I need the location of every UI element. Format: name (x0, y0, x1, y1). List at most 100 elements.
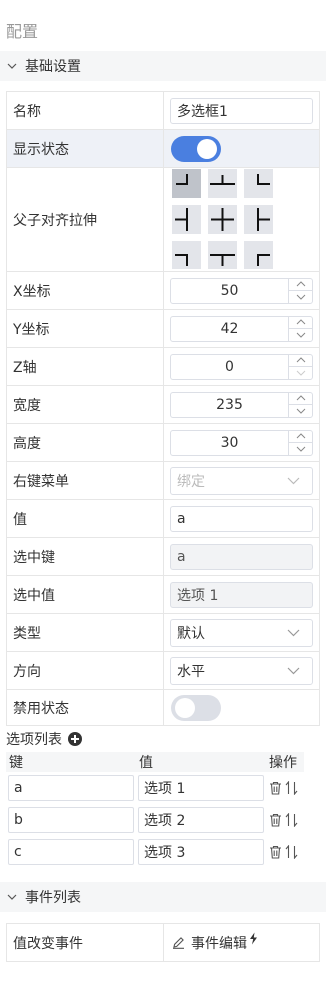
increment-icon[interactable] (289, 317, 312, 329)
decrement-icon[interactable] (289, 404, 312, 417)
events-table: 值改变事件 事件编辑 (6, 923, 320, 962)
prop-label: 选中键 (6, 537, 164, 576)
options-header-key: 键 (6, 752, 136, 772)
prop-label: Y坐标 (6, 309, 164, 348)
option-key-input[interactable]: b (8, 807, 134, 833)
prop-row-width: 宽度 235 (6, 385, 320, 424)
chevron-down-icon (287, 629, 300, 636)
trash-icon[interactable] (269, 813, 282, 827)
width-stepper[interactable]: 235 (170, 391, 313, 418)
decrement-icon[interactable] (289, 366, 312, 379)
option-value-input[interactable]: 选项 2 (138, 807, 264, 833)
prop-label: Z轴 (6, 347, 164, 386)
edit-event-button[interactable]: 事件编辑 (164, 932, 319, 953)
table-row: a 选项 1 (6, 772, 304, 804)
prop-row-selected-value: 选中值 选项 1 (6, 575, 320, 614)
align-middle-left[interactable] (172, 204, 201, 234)
pencil-icon (173, 937, 184, 949)
increment-icon[interactable] (289, 279, 312, 291)
prop-row-context-menu: 右键菜单 绑定 (6, 461, 320, 500)
add-option-icon[interactable] (68, 732, 82, 746)
prop-row-selected-key: 选中键 a (6, 537, 320, 576)
prop-label: 类型 (6, 613, 164, 652)
decrement-icon[interactable] (289, 290, 312, 303)
z-value[interactable]: 0 (171, 355, 288, 379)
event-row: 值改变事件 事件编辑 (6, 923, 320, 962)
option-value-input[interactable]: 选项 3 (138, 839, 264, 865)
increment-icon[interactable] (289, 355, 312, 367)
prop-label: 方向 (6, 651, 164, 690)
trash-icon[interactable] (269, 781, 282, 795)
sort-icon[interactable] (285, 781, 298, 795)
selected-key-input: a (170, 543, 313, 570)
prop-row-visible: 显示状态 (6, 129, 320, 168)
align-top-center[interactable] (208, 168, 237, 198)
prop-label: 选中值 (6, 575, 164, 614)
context-menu-placeholder: 绑定 (177, 473, 205, 490)
trash-icon[interactable] (269, 845, 282, 859)
increment-icon[interactable] (289, 393, 312, 405)
sort-icon[interactable] (285, 813, 298, 827)
increment-icon[interactable] (289, 431, 312, 443)
prop-row-type: 类型 默认 (6, 613, 320, 652)
panel-title: 配置 (6, 22, 39, 41)
visible-toggle[interactable] (171, 135, 221, 162)
align-bottom-center[interactable] (208, 240, 237, 269)
prop-row-z: Z轴 0 (6, 347, 320, 386)
width-value[interactable]: 235 (171, 393, 288, 417)
value-input[interactable]: a (170, 505, 313, 532)
events-section-header[interactable]: 事件列表 (0, 882, 326, 912)
basic-settings-title: 基础设置 (25, 59, 81, 75)
align-middle-right[interactable] (244, 204, 273, 234)
direction-select[interactable]: 水平 (170, 656, 313, 685)
chevron-down-icon (7, 63, 17, 69)
decrement-icon[interactable] (289, 442, 312, 455)
align-center[interactable] (208, 204, 237, 234)
height-stepper[interactable]: 30 (170, 429, 313, 456)
align-grid (172, 168, 313, 269)
prop-label: 名称 (6, 91, 164, 130)
sort-icon[interactable] (285, 845, 298, 859)
prop-label: 右键菜单 (6, 461, 164, 500)
option-key-input[interactable]: c (8, 839, 134, 865)
prop-row-value: 值 a (6, 499, 320, 538)
context-menu-select[interactable]: 绑定 (170, 466, 313, 495)
basic-settings-header[interactable]: 基础设置 (0, 51, 326, 81)
prop-row-align: 父子对齐拉伸 (6, 167, 320, 272)
decrement-icon[interactable] (289, 328, 312, 341)
selected-value-input: 选项 1 (170, 581, 313, 608)
x-value[interactable]: 50 (171, 279, 288, 303)
lightning-icon (250, 932, 257, 945)
disabled-toggle[interactable] (171, 694, 221, 721)
options-table: 键 值 操作 a 选项 1 b 选项 2 c 选项 3 (6, 752, 304, 868)
table-row: c 选项 3 (6, 836, 304, 868)
align-bottom-right[interactable] (244, 240, 273, 269)
name-input[interactable]: 多选框1 (170, 97, 313, 124)
align-top-left[interactable] (172, 168, 201, 198)
y-stepper[interactable]: 42 (170, 315, 313, 342)
prop-label: 高度 (6, 423, 164, 462)
prop-row-disabled: 禁用状态 (6, 689, 320, 726)
align-bottom-left[interactable] (172, 240, 201, 269)
option-key-input[interactable]: a (8, 775, 134, 801)
align-top-right[interactable] (244, 168, 273, 198)
y-value[interactable]: 42 (171, 317, 288, 341)
z-stepper[interactable]: 0 (170, 353, 313, 380)
prop-label: 宽度 (6, 385, 164, 424)
type-select[interactable]: 默认 (170, 618, 313, 647)
chevron-down-icon (7, 894, 17, 900)
chevron-down-icon (287, 667, 300, 674)
x-stepper[interactable]: 50 (170, 277, 313, 304)
table-row: b 选项 2 (6, 804, 304, 836)
options-header-value: 值 (136, 752, 266, 772)
option-value-input[interactable]: 选项 1 (138, 775, 264, 801)
events-section-title: 事件列表 (25, 890, 81, 906)
prop-row-name: 名称 多选框1 (6, 91, 320, 130)
direction-value: 水平 (177, 663, 205, 680)
prop-row-x: X坐标 50 (6, 271, 320, 310)
chevron-down-icon (287, 477, 300, 484)
options-list-label: 选项列表 (6, 732, 62, 748)
prop-row-height: 高度 30 (6, 423, 320, 462)
prop-row-y: Y坐标 42 (6, 309, 320, 348)
height-value[interactable]: 30 (171, 431, 288, 455)
